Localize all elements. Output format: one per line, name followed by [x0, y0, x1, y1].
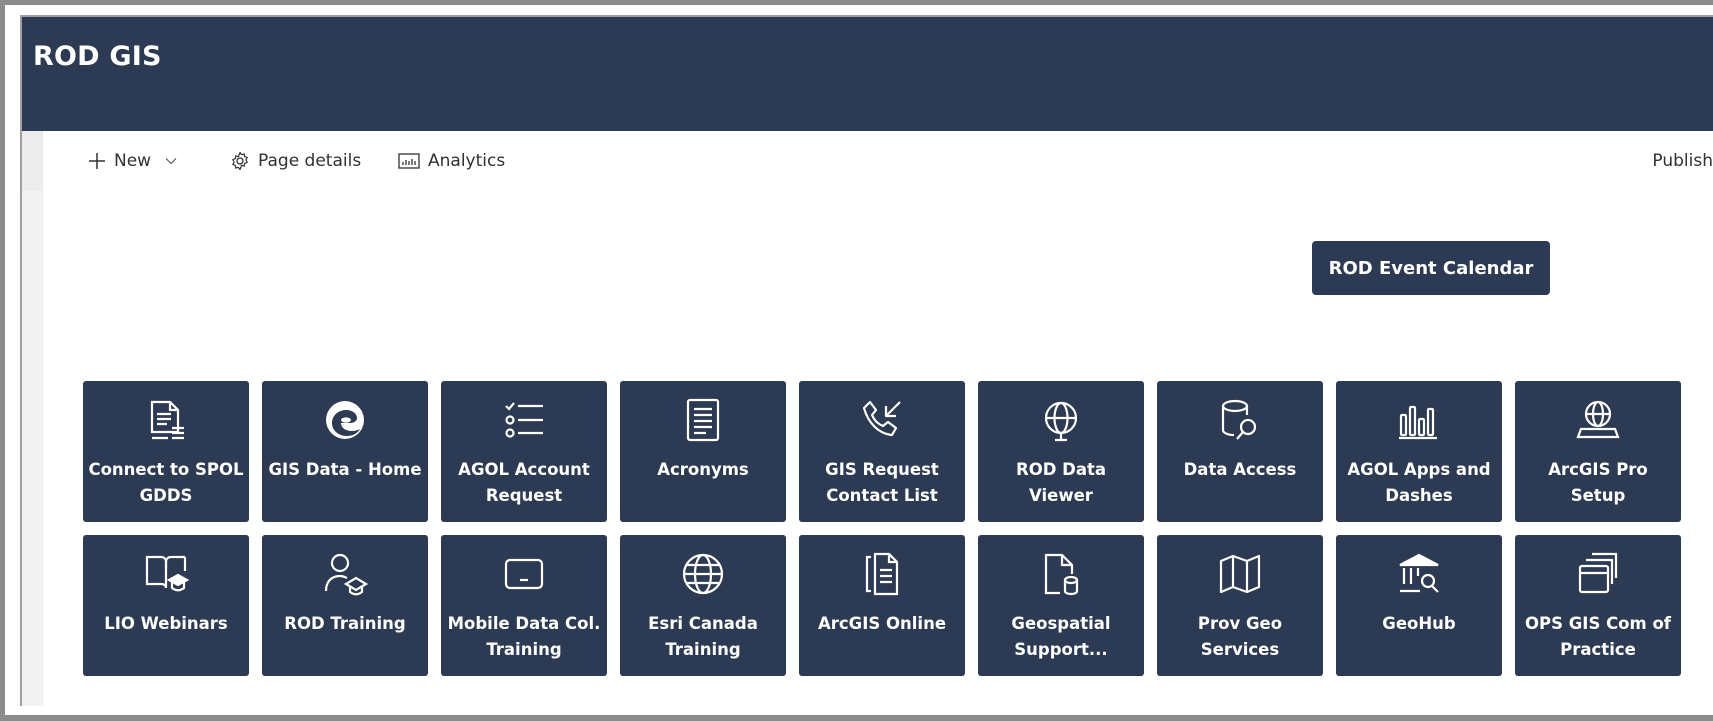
tile-gis-data-home[interactable]: GIS Data - Home — [262, 381, 428, 522]
tile-rod-training[interactable]: ROD Training — [262, 535, 428, 676]
tile-label: Connect to SPOL GDDS — [88, 460, 244, 505]
tile-data-access[interactable]: Data Access — [1157, 381, 1323, 522]
publish-label: Publish — [1652, 151, 1713, 171]
gutter-divider — [42, 131, 43, 706]
plus-icon — [88, 152, 106, 170]
left-gutter — [22, 131, 43, 706]
document-list-icon — [83, 395, 249, 445]
tile-esri-canada-training[interactable]: Esri Canada Training — [620, 535, 786, 676]
tile-label: GIS Data - Home — [268, 460, 422, 479]
documents-icon — [799, 549, 965, 599]
tile-mobile-data-col-training[interactable]: Mobile Data Col. Training — [441, 535, 607, 676]
event-calendar-label: ROD Event Calendar — [1328, 257, 1534, 279]
tile-label: Mobile Data Col. Training — [447, 614, 601, 659]
publish-button[interactable]: Publish — [1652, 143, 1713, 179]
database-search-icon — [1157, 395, 1323, 445]
tile-label: Geospatial Support... — [1011, 614, 1111, 659]
text-document-icon — [620, 395, 786, 445]
tile-agol-account-request[interactable]: AGOL Account Request — [441, 381, 607, 522]
tile-label: AGOL Account Request — [458, 460, 590, 505]
document-database-icon — [978, 549, 1144, 599]
tile-lio-webinars[interactable]: LIO Webinars — [83, 535, 249, 676]
new-button[interactable]: New — [88, 143, 177, 179]
site-title[interactable]: ROD GIS — [33, 41, 162, 72]
tile-prov-geo-services[interactable]: Prov Geo Services — [1157, 535, 1323, 676]
tile-label: ROD Training — [284, 614, 406, 633]
tile-arcgis-online[interactable]: ArcGIS Online — [799, 535, 965, 676]
page-details-button[interactable]: Page details — [230, 143, 361, 179]
tile-label: Acronyms — [657, 460, 749, 479]
tile-connect-spol-gdds[interactable]: Connect to SPOL GDDS — [83, 381, 249, 522]
globe-icon — [620, 549, 786, 599]
page-details-label: Page details — [258, 151, 362, 171]
site-header: ROD GIS — [22, 17, 1713, 131]
tile-label: ROD Data Viewer — [1015, 460, 1107, 505]
book-education-icon — [83, 549, 249, 599]
tablet-icon — [441, 549, 607, 599]
gear-icon — [230, 151, 250, 171]
globe-pointer-icon — [978, 395, 1144, 445]
tile-label: Prov Geo Services — [1197, 614, 1283, 659]
chevron-down-icon — [165, 157, 177, 165]
task-list-icon — [441, 395, 607, 445]
building-search-icon — [1336, 549, 1502, 599]
tile-acronyms[interactable]: Acronyms — [620, 381, 786, 522]
analytics-button[interactable]: Analytics — [398, 143, 505, 179]
bar-chart-icon — [1336, 395, 1502, 445]
browser-frame: ROD GIS New Page details Analytics Publi… — [0, 0, 1713, 721]
tile-geospatial-support[interactable]: Geospatial Support... — [978, 535, 1144, 676]
tile-ops-gis-com-of-practice[interactable]: OPS GIS Com of Practice — [1515, 535, 1681, 676]
map-icon — [1157, 549, 1323, 599]
new-button-label: New — [114, 151, 152, 171]
tile-gis-request-contact-list[interactable]: GIS Request Contact List — [799, 381, 965, 522]
edge-browser-icon — [262, 395, 428, 445]
event-calendar-button[interactable]: ROD Event Calendar — [1312, 241, 1550, 295]
globe-desktop-icon — [1515, 395, 1681, 445]
analytics-icon — [398, 152, 420, 170]
command-bar: New Page details Analytics Publish — [43, 143, 1713, 179]
phone-incoming-icon — [799, 395, 965, 445]
tile-label: ArcGIS Pro Setup — [1548, 460, 1648, 505]
tile-label: LIO Webinars — [104, 614, 228, 633]
analytics-label: Analytics — [428, 151, 506, 171]
person-education-icon — [262, 549, 428, 599]
tile-rod-data-viewer[interactable]: ROD Data Viewer — [978, 381, 1144, 522]
tile-label: AGOL Apps and Dashes — [1347, 460, 1491, 505]
tile-label: OPS GIS Com of Practice — [1525, 614, 1671, 659]
tile-agol-apps-dashes[interactable]: AGOL Apps and Dashes — [1336, 381, 1502, 522]
tile-label: GIS Request Contact List — [825, 460, 939, 505]
tile-label: ArcGIS Online — [817, 614, 947, 633]
tile-geohub[interactable]: GeoHub — [1336, 535, 1502, 676]
tile-label: Esri Canada Training — [648, 614, 758, 659]
tile-arcgis-pro-setup[interactable]: ArcGIS Pro Setup — [1515, 381, 1681, 522]
tile-label: GeoHub — [1382, 614, 1456, 633]
tile-label: Data Access — [1183, 460, 1297, 479]
stacked-windows-icon — [1515, 549, 1681, 599]
